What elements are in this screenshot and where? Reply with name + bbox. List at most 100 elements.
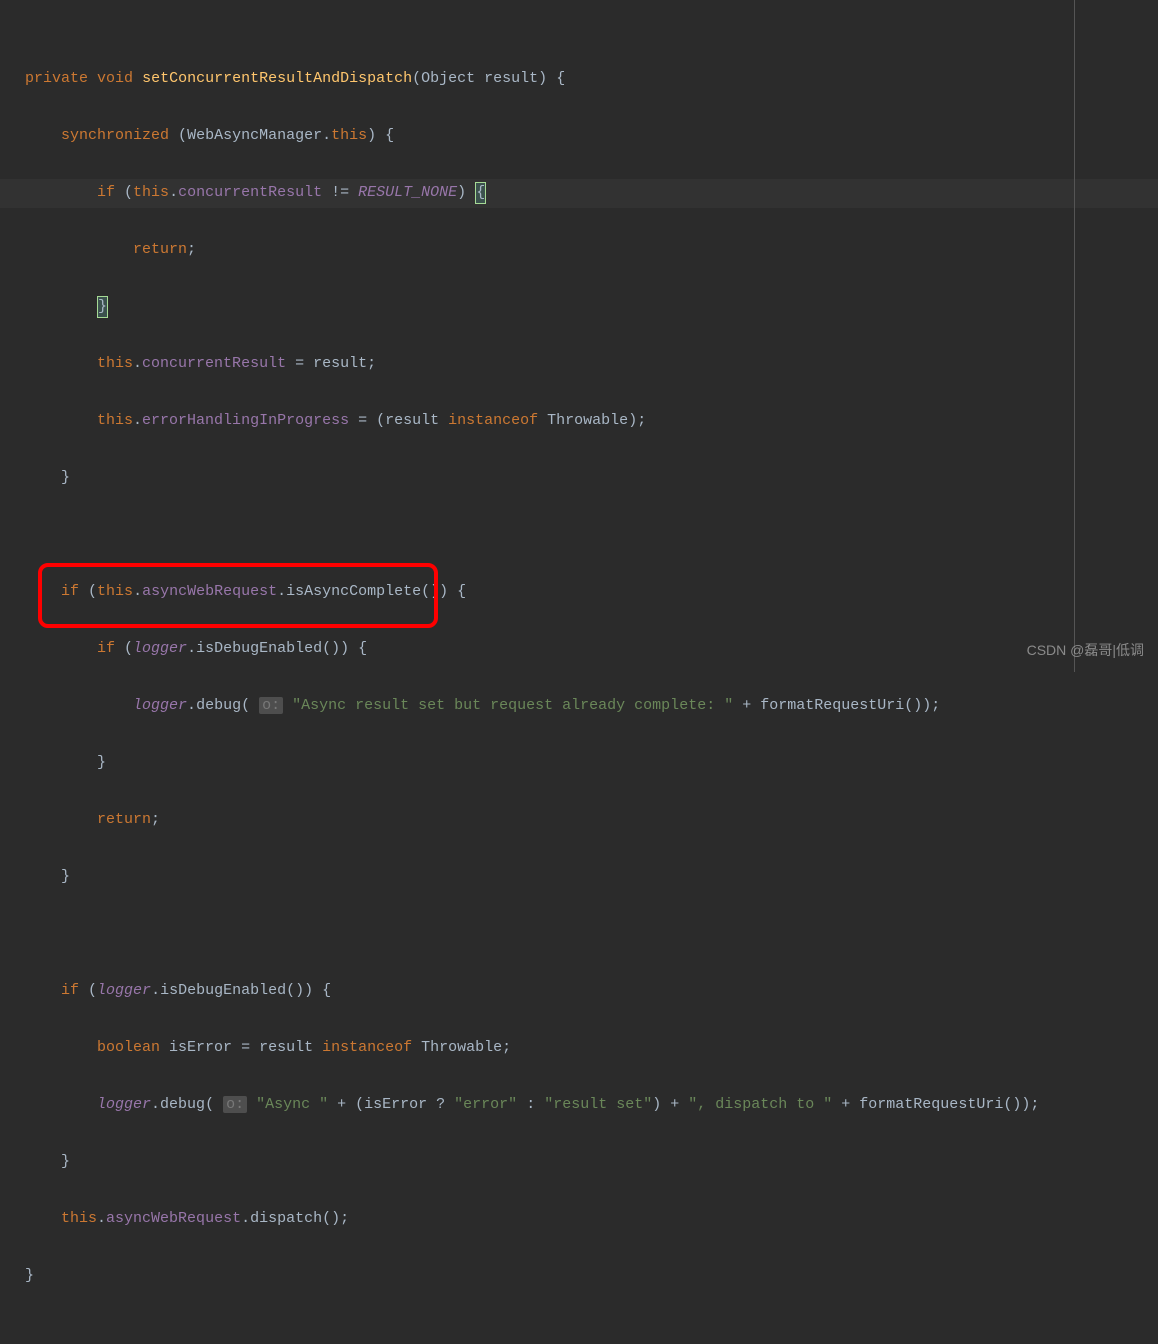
semi: ;: [637, 412, 646, 429]
dot: .: [133, 412, 142, 429]
method-call: isDebugEnabled: [160, 982, 286, 999]
paren: (: [115, 184, 133, 201]
keyword-boolean: boolean: [97, 1039, 160, 1056]
paren: (): [322, 1210, 340, 1227]
operator: !=: [322, 184, 358, 201]
code-line[interactable]: }: [0, 1262, 1158, 1291]
paren: ): [628, 412, 637, 429]
keyword-private: private: [25, 70, 88, 87]
semi: ;: [151, 811, 160, 828]
keyword-instanceof: instanceof: [322, 1039, 412, 1056]
variable: result: [385, 412, 439, 429]
type: Throwable: [547, 412, 628, 429]
code-line[interactable]: if (logger.isDebugEnabled()) {: [0, 977, 1158, 1006]
semi: ;: [367, 355, 376, 372]
code-line[interactable]: synchronized (WebAsyncManager.this) {: [0, 122, 1158, 151]
field: asyncWebRequest: [106, 1210, 241, 1227]
logger-field: logger: [133, 640, 187, 657]
operator: +: [832, 1096, 859, 1113]
editor-margin-line: [1074, 0, 1075, 672]
brace: }: [25, 1267, 34, 1284]
paren: (: [241, 697, 259, 714]
paren: (: [205, 1096, 223, 1113]
code-line[interactable]: }: [0, 863, 1158, 892]
code-line-empty[interactable]: [0, 521, 1158, 550]
variable: isError: [364, 1096, 427, 1113]
paren: ): [367, 127, 376, 144]
paren: ()): [421, 583, 448, 600]
code-line[interactable]: this.errorHandlingInProgress = (result i…: [0, 407, 1158, 436]
method-call: dispatch: [250, 1210, 322, 1227]
code-line[interactable]: return;: [0, 236, 1158, 265]
keyword-if: if: [97, 184, 115, 201]
brace: {: [448, 583, 466, 600]
semi: ;: [931, 697, 940, 714]
dot: .: [151, 1096, 160, 1113]
paren: (: [79, 583, 97, 600]
code-line[interactable]: return;: [0, 806, 1158, 835]
method-call: debug: [160, 1096, 205, 1113]
variable: result: [259, 1039, 313, 1056]
code-line[interactable]: if (this.asyncWebRequest.isAsyncComplete…: [0, 578, 1158, 607]
code-line-empty[interactable]: [0, 920, 1158, 949]
keyword-void: void: [97, 70, 133, 87]
keyword-if: if: [61, 982, 79, 999]
operator: ) +: [652, 1096, 688, 1113]
paren: ()): [1003, 1096, 1030, 1113]
string-literal: "Async result set but request already co…: [292, 697, 733, 714]
brace: }: [61, 1153, 70, 1170]
code-editor[interactable]: private void setConcurrentResultAndDispa…: [0, 0, 1158, 1344]
brace: }: [97, 754, 106, 771]
keyword-this: this: [331, 127, 367, 144]
code-line[interactable]: boolean isError = result instanceof Thro…: [0, 1034, 1158, 1063]
brace: }: [61, 868, 70, 885]
keyword-this: this: [97, 583, 133, 600]
code-line[interactable]: private void setConcurrentResultAndDispa…: [0, 65, 1158, 94]
constant: RESULT_NONE: [358, 184, 457, 201]
operator: =: [286, 355, 313, 372]
semi: ;: [187, 241, 196, 258]
operator: ?: [427, 1096, 454, 1113]
keyword-if: if: [61, 583, 79, 600]
paren: ()): [286, 982, 313, 999]
method-call: isAsyncComplete: [286, 583, 421, 600]
dot: .: [133, 583, 142, 600]
dot: .: [133, 355, 142, 372]
dot: .: [187, 640, 196, 657]
paren: (: [115, 640, 133, 657]
type: Object: [421, 70, 475, 87]
code-line[interactable]: }: [0, 749, 1158, 778]
string-literal: "Async ": [256, 1096, 328, 1113]
operator: +: [733, 697, 760, 714]
param-hint: o:: [223, 1096, 247, 1113]
paren: ()): [322, 640, 349, 657]
matched-brace: }: [97, 296, 108, 318]
dot: .: [322, 127, 331, 144]
dot: .: [277, 583, 286, 600]
class-name: WebAsyncManager: [187, 127, 322, 144]
keyword-return: return: [133, 241, 187, 258]
code-line[interactable]: logger.debug( o: "Async " + (isError ? "…: [0, 1091, 1158, 1120]
keyword-this: this: [61, 1210, 97, 1227]
logger-field: logger: [97, 982, 151, 999]
method-name: setConcurrentResultAndDispatch: [142, 70, 412, 87]
code-line[interactable]: }: [0, 464, 1158, 493]
code-line[interactable]: this.asyncWebRequest.dispatch();: [0, 1205, 1158, 1234]
field: concurrentResult: [178, 184, 322, 201]
code-line[interactable]: this.concurrentResult = result;: [0, 350, 1158, 379]
code-line-active[interactable]: if (this.concurrentResult != RESULT_NONE…: [0, 179, 1158, 208]
paren: (: [79, 982, 97, 999]
code-line[interactable]: }: [0, 1148, 1158, 1177]
code-line[interactable]: if (logger.isDebugEnabled()) {: [0, 635, 1158, 664]
method-call: formatRequestUri: [760, 697, 904, 714]
variable: result: [313, 355, 367, 372]
brace: {: [376, 127, 394, 144]
keyword-this: this: [97, 412, 133, 429]
keyword-synchronized: synchronized: [61, 127, 169, 144]
keyword-if: if: [97, 640, 115, 657]
dot: .: [187, 697, 196, 714]
code-line[interactable]: logger.debug( o: "Async result set but r…: [0, 692, 1158, 721]
method-call: debug: [196, 697, 241, 714]
code-line[interactable]: }: [0, 293, 1158, 322]
variable: isError: [169, 1039, 232, 1056]
